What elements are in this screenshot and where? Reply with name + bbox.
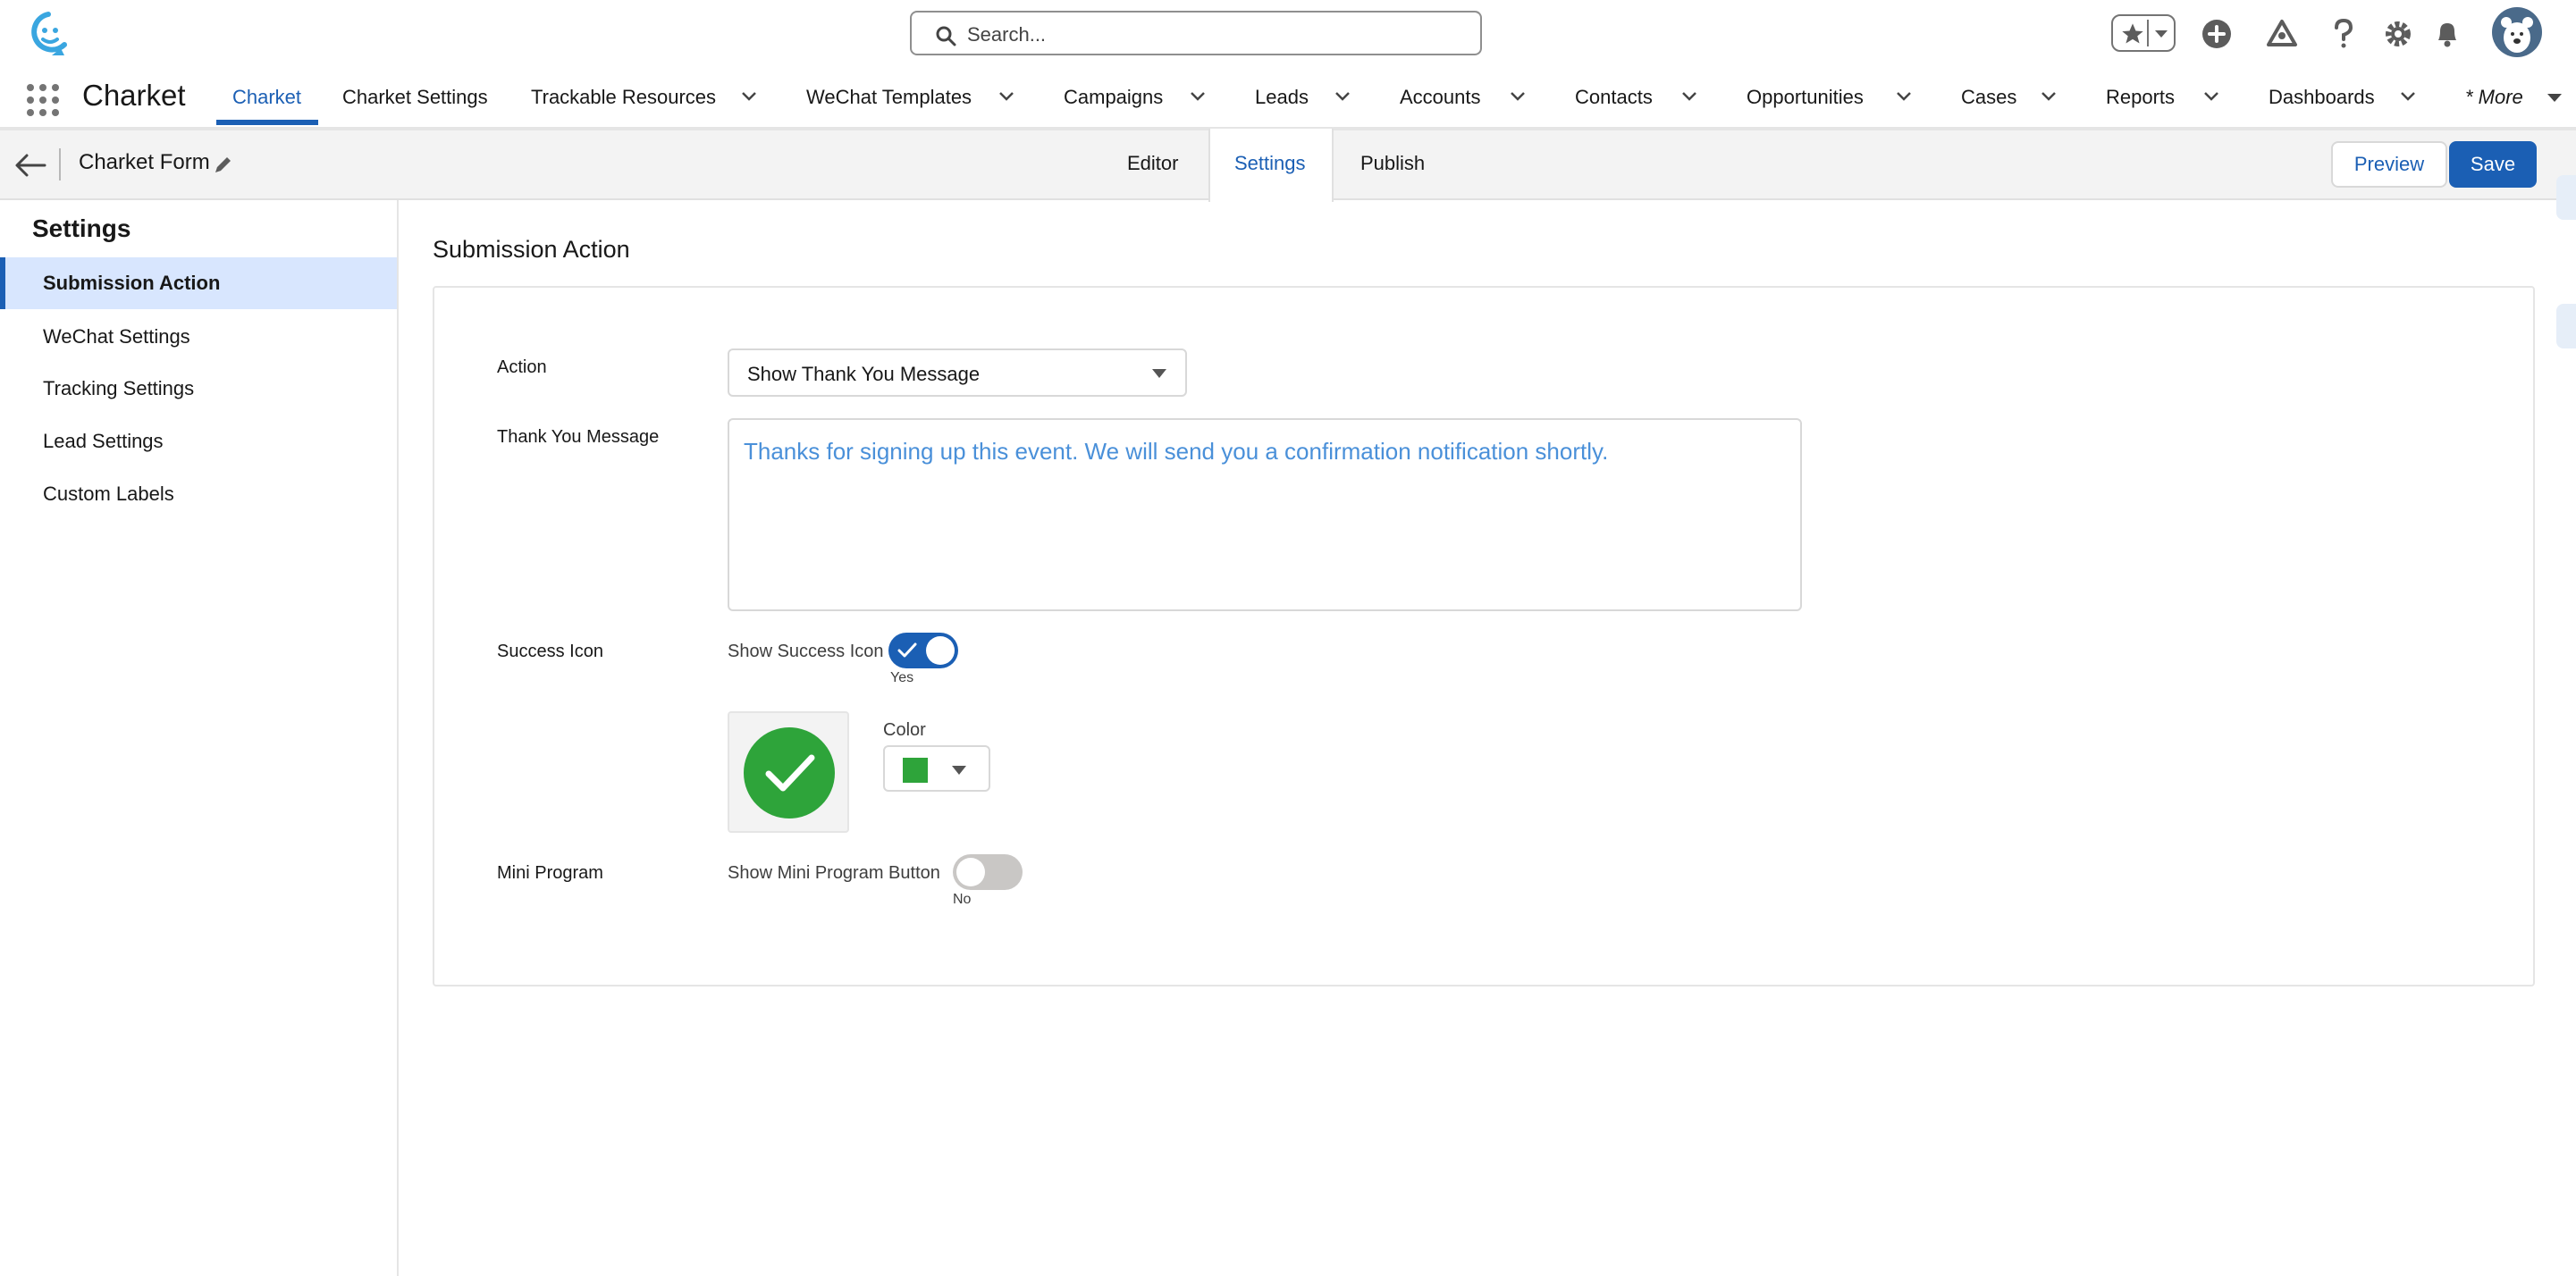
toggle-knob bbox=[926, 636, 955, 665]
nav-item-reports[interactable]: Reports bbox=[2106, 86, 2175, 109]
form-name: Charket Form bbox=[79, 150, 210, 174]
app-launcher-icon[interactable] bbox=[27, 84, 59, 116]
utility-panel-tab[interactable] bbox=[2556, 175, 2576, 220]
success-icon-toggle-state: Yes bbox=[890, 670, 914, 685]
color-label: Color bbox=[883, 720, 926, 740]
nav-item-dashboards[interactable]: Dashboards bbox=[2269, 86, 2375, 109]
nav-item-contacts[interactable]: Contacts bbox=[1575, 86, 1653, 109]
star-icon bbox=[2122, 23, 2143, 44]
sidebar-item-submission-action[interactable]: Submission Action bbox=[0, 257, 397, 309]
sidebar-item-lead-settings[interactable]: Lead Settings bbox=[0, 416, 397, 467]
chevron-down-icon[interactable] bbox=[1895, 89, 1913, 104]
nav-item-campaigns[interactable]: Campaigns bbox=[1064, 86, 1163, 109]
global-header: Search... bbox=[0, 0, 2576, 68]
show-mini-program-toggle[interactable] bbox=[953, 854, 1023, 890]
caret-down-icon bbox=[952, 766, 966, 775]
mini-program-toggle-state: No bbox=[953, 892, 972, 907]
color-picker[interactable] bbox=[883, 745, 990, 792]
chevron-down-icon[interactable] bbox=[1334, 89, 1351, 104]
sidebar-item-custom-labels[interactable]: Custom Labels bbox=[0, 468, 397, 520]
toolbar-divider bbox=[59, 148, 61, 180]
chevron-down-icon[interactable] bbox=[1189, 89, 1207, 104]
global-search-input[interactable]: Search... bbox=[910, 11, 1482, 55]
tab-publish[interactable]: Publish bbox=[1360, 152, 1425, 175]
chevron-down-icon[interactable] bbox=[740, 89, 758, 104]
search-icon bbox=[936, 26, 956, 46]
thank-you-message-textarea[interactable]: Thanks for signing up this event. We wil… bbox=[728, 418, 1802, 611]
save-button[interactable]: Save bbox=[2449, 141, 2537, 188]
utility-panel-tab[interactable] bbox=[2556, 304, 2576, 348]
app-name: Charket bbox=[82, 79, 186, 112]
chevron-down-icon[interactable] bbox=[1509, 89, 1527, 104]
edit-pencil-icon[interactable] bbox=[213, 154, 234, 175]
caret-down-icon bbox=[1152, 369, 1166, 378]
toggle-knob bbox=[956, 858, 985, 886]
nav-item-accounts[interactable]: Accounts bbox=[1400, 86, 1481, 109]
nav-item-wechat-templates[interactable]: WeChat Templates bbox=[806, 86, 972, 109]
nav-active-indicator bbox=[216, 120, 318, 125]
nav-item-charket-settings[interactable]: Charket Settings bbox=[342, 86, 488, 109]
action-select[interactable]: Show Thank You Message bbox=[728, 348, 1187, 397]
sidebar-title: Settings bbox=[32, 214, 131, 242]
nav-item-charket[interactable]: Charket bbox=[232, 86, 301, 109]
thank-you-message-label: Thank You Message bbox=[497, 427, 660, 447]
nav-item-leads[interactable]: Leads bbox=[1255, 86, 1309, 109]
action-label: Action bbox=[497, 357, 547, 377]
chevron-down-icon[interactable] bbox=[998, 89, 1015, 104]
notifications-bell-icon[interactable] bbox=[2433, 13, 2462, 55]
back-arrow-icon[interactable] bbox=[14, 152, 46, 179]
show-success-icon-label: Show Success Icon bbox=[728, 642, 884, 661]
sidebar-item-tracking-settings[interactable]: Tracking Settings bbox=[0, 363, 397, 415]
chevron-down-icon[interactable] bbox=[2399, 89, 2417, 104]
charket-logo-icon[interactable] bbox=[25, 9, 72, 59]
tab-settings[interactable]: Settings bbox=[1234, 152, 1306, 175]
success-check-icon bbox=[744, 727, 835, 818]
nav-item-more[interactable]: * More bbox=[2465, 86, 2523, 109]
search-placeholder: Search... bbox=[967, 23, 1047, 46]
checkmark-icon bbox=[897, 642, 917, 658]
help-icon[interactable] bbox=[2331, 13, 2356, 55]
color-swatch bbox=[903, 758, 928, 783]
show-success-icon-toggle[interactable] bbox=[888, 633, 958, 668]
favorites-button[interactable] bbox=[2111, 14, 2176, 52]
user-avatar[interactable] bbox=[2492, 7, 2542, 57]
gear-icon[interactable] bbox=[2383, 13, 2413, 55]
show-mini-program-button-label: Show Mini Program Button bbox=[728, 863, 940, 883]
tab-editor[interactable]: Editor bbox=[1127, 152, 1178, 175]
caret-down-icon[interactable] bbox=[2546, 91, 2563, 105]
section-title: Submission Action bbox=[433, 236, 630, 263]
global-add-icon[interactable] bbox=[2201, 13, 2233, 55]
preview-button[interactable]: Preview bbox=[2331, 141, 2447, 188]
sidebar-item-wechat-settings[interactable]: WeChat Settings bbox=[0, 311, 397, 363]
success-icon-label: Success Icon bbox=[497, 642, 603, 661]
chevron-down-icon[interactable] bbox=[2202, 89, 2220, 104]
chevron-down-icon[interactable] bbox=[1680, 89, 1698, 104]
chevron-down-icon[interactable] bbox=[2040, 89, 2058, 104]
chevron-down-icon bbox=[2155, 30, 2168, 38]
action-select-value: Show Thank You Message bbox=[747, 363, 981, 385]
nav-item-opportunities[interactable]: Opportunities bbox=[1747, 86, 1864, 109]
trailhead-icon[interactable] bbox=[2265, 13, 2299, 55]
success-icon-preview bbox=[728, 711, 849, 833]
nav-item-cases[interactable]: Cases bbox=[1961, 86, 2016, 109]
nav-item-trackable-resources[interactable]: Trackable Resources bbox=[531, 86, 716, 109]
mini-program-label: Mini Program bbox=[497, 863, 603, 883]
